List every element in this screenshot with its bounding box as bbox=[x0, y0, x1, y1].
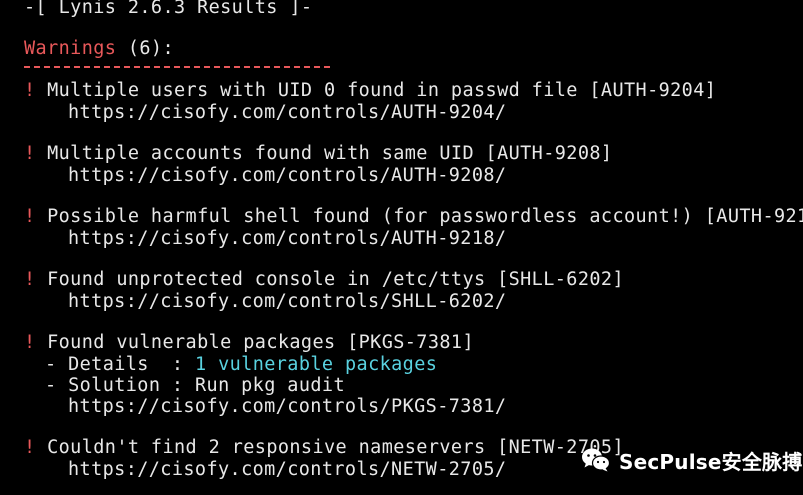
warning-item: ! Found unprotected console in /etc/ttys… bbox=[24, 269, 624, 291]
watermark-text: SecPulse安全脉搏 bbox=[619, 449, 803, 474]
divider bbox=[24, 66, 330, 68]
warning-title: Multiple accounts found with same UID [A… bbox=[47, 143, 613, 164]
details-prefix: - Details : bbox=[45, 354, 195, 375]
terminal-window: -[ Lynis 2.6.3 Results ]- Warnings (6): … bbox=[0, 0, 803, 495]
warning-url: https://cisofy.com/controls/AUTH-9208/ bbox=[68, 165, 507, 186]
warning-title: Found vulnerable packages [PKGS-7381] bbox=[47, 332, 474, 353]
warning-item: ! Multiple users with UID 0 found in pas… bbox=[24, 80, 716, 102]
warning-item: ! Couldn't find 2 responsive nameservers… bbox=[24, 437, 624, 459]
warning-solution: - Solution : Run pkg audit bbox=[45, 375, 345, 396]
warning-bullet: ! bbox=[24, 143, 36, 164]
warning-bullet: ! bbox=[24, 80, 36, 101]
warning-title: Possible harmful shell found (for passwo… bbox=[47, 206, 803, 227]
warning-bullet: ! bbox=[24, 437, 36, 458]
warnings-label: Warnings bbox=[24, 38, 117, 59]
warning-item: ! Possible harmful shell found (for pass… bbox=[24, 206, 803, 228]
warning-bullet: ! bbox=[24, 269, 36, 290]
warning-item: ! Found vulnerable packages [PKGS-7381] bbox=[24, 332, 474, 354]
warning-bullet: ! bbox=[24, 332, 36, 353]
warning-url: https://cisofy.com/controls/AUTH-9218/ bbox=[68, 228, 507, 249]
warning-url: https://cisofy.com/controls/SHLL-6202/ bbox=[68, 291, 507, 312]
details-value: 1 vulnerable packages bbox=[195, 354, 438, 375]
wechat-icon bbox=[581, 447, 611, 473]
warning-bullet: ! bbox=[24, 206, 36, 227]
warning-url: https://cisofy.com/controls/NETW-2705/ bbox=[68, 459, 507, 480]
warning-details: - Details : 1 vulnerable packages bbox=[24, 354, 437, 376]
warning-title: Multiple users with UID 0 found in passw… bbox=[47, 80, 717, 101]
warnings-heading: Warnings (6): bbox=[24, 38, 174, 60]
warning-title: Couldn't find 2 responsive nameservers [… bbox=[47, 437, 624, 458]
warning-item: ! Multiple accounts found with same UID … bbox=[24, 143, 612, 165]
warning-url: https://cisofy.com/controls/PKGS-7381/ bbox=[68, 396, 507, 417]
warning-title: Found unprotected console in /etc/ttys [… bbox=[47, 269, 624, 290]
warnings-count: (6): bbox=[116, 38, 175, 59]
results-header: -[ Lynis 2.6.3 Results ]- bbox=[24, 0, 313, 18]
watermark: SecPulse安全脉搏 bbox=[581, 440, 802, 480]
warning-url: https://cisofy.com/controls/AUTH-9204/ bbox=[68, 102, 507, 123]
